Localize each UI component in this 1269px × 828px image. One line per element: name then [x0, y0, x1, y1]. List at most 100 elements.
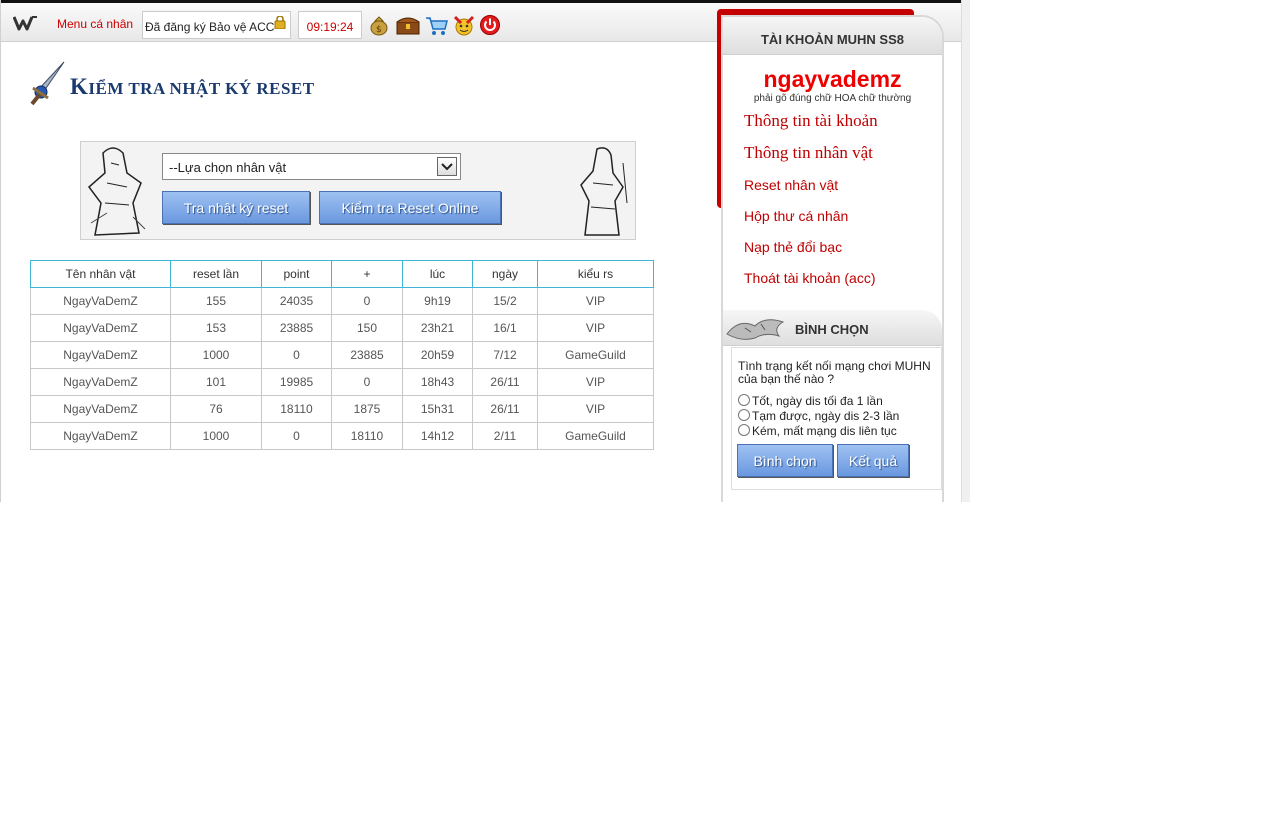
sword-title-icon	[30, 61, 65, 106]
cell-reset-type: VIP	[537, 368, 654, 396]
cell-reset-count: 1000	[170, 341, 262, 369]
view-reset-log-button[interactable]: Tra nhật ký reset	[162, 191, 310, 224]
treasure-chest-icon[interactable]	[395, 14, 421, 36]
chevron-down-icon[interactable]	[437, 157, 457, 176]
cell-date: 16/1	[472, 314, 538, 342]
money-bag-icon[interactable]: $	[368, 14, 390, 36]
cell-time: 18h43	[402, 368, 473, 396]
table-row: NgayVaDemZ 155 24035 0 9h19 15/2 VIP	[30, 287, 654, 315]
cell-reset-type: VIP	[537, 395, 654, 423]
dragon-icon	[726, 319, 785, 340]
cell-character-name: NgayVaDemZ	[30, 341, 171, 369]
cell-point: 0	[261, 422, 332, 450]
vote-button[interactable]: Bình chọn	[737, 444, 833, 477]
cell-reset-count: 76	[170, 395, 262, 423]
poll-option-label: Kém, mất mạng dis liên tục	[752, 424, 897, 438]
check-online-reset-button[interactable]: Kiểm tra Reset Online	[319, 191, 501, 224]
cell-plus: 18110	[331, 422, 403, 450]
warrior-left-illustration	[87, 147, 146, 236]
poll-option-good[interactable]: Tốt, ngày dis tối đa 1 lần	[738, 394, 883, 408]
cell-time: 15h31	[402, 395, 473, 423]
cell-point: 23885	[261, 314, 332, 342]
poll-option-bad[interactable]: Kém, mất mạng dis liên tục	[738, 424, 897, 438]
table-header-row: Tên nhân vật reset lần point + lúc ngày …	[30, 260, 654, 288]
poll-radio-bad[interactable]	[738, 424, 750, 436]
poll-radio-ok[interactable]	[738, 409, 750, 421]
page-title-initial: K	[70, 74, 89, 99]
cell-character-name: NgayVaDemZ	[30, 395, 171, 423]
cell-reset-count: 153	[170, 314, 262, 342]
cell-character-name: NgayVaDemZ	[30, 314, 171, 342]
left-edge	[0, 0, 1, 502]
character-info-link[interactable]: Thông tin nhân vật	[744, 143, 873, 163]
page-title-rest: IỂM TRA NHẬT KÝ RESET	[88, 79, 315, 98]
page-frame: Menu cá nhân Đã đăng ký Bảo vệ ACC 09:19…	[0, 0, 970, 502]
cell-plus: 0	[331, 368, 403, 396]
cell-date: 15/2	[472, 287, 538, 315]
cell-date: 2/11	[472, 422, 538, 450]
inbox-link[interactable]: Hộp thư cá nhân	[744, 208, 848, 224]
table-row: NgayVaDemZ 1000 0 18110 14h12 2/11 GameG…	[30, 422, 654, 450]
logout-link[interactable]: Thoát tài khoản (acc)	[744, 270, 876, 286]
cell-plus: 1875	[331, 395, 403, 423]
page-title: KIỂM TRA NHẬT KÝ RESET	[70, 74, 315, 100]
cell-time: 14h12	[402, 422, 473, 450]
col-plus: +	[331, 260, 403, 288]
col-point: point	[261, 260, 332, 288]
cell-time: 23h21	[402, 314, 473, 342]
poll-body: Tình trạng kết nối mạng chơi MUHN của bạ…	[731, 347, 942, 490]
poll-header: BÌNH CHỌN	[723, 310, 942, 346]
cell-point: 19985	[261, 368, 332, 396]
svg-text:$: $	[376, 25, 382, 35]
character-select-value: --Lựa chọn nhân vật	[169, 160, 287, 175]
poll-option-ok[interactable]: Tạm được, ngày dis 2-3 lần	[738, 409, 899, 423]
table-row: NgayVaDemZ 101 19985 0 18h43 26/11 VIP	[30, 368, 654, 396]
reset-character-link[interactable]: Reset nhân vật	[744, 177, 838, 193]
cell-reset-type: VIP	[537, 314, 654, 342]
cell-plus: 150	[331, 314, 403, 342]
reset-log-table: Tên nhân vật reset lần point + lúc ngày …	[30, 260, 654, 450]
table-row: NgayVaDemZ 76 18110 1875 15h31 26/11 VIP	[30, 395, 654, 423]
col-time: lúc	[402, 260, 473, 288]
cell-point: 18110	[261, 395, 332, 423]
shopping-cart-icon[interactable]	[425, 14, 449, 36]
server-clock: 09:19:24	[298, 11, 362, 39]
reset-lookup-panel: --Lựa chọn nhân vật Tra nhật ký reset Ki…	[80, 141, 636, 240]
cell-reset-count: 155	[170, 287, 262, 315]
cell-time: 9h19	[402, 287, 473, 315]
case-sensitive-note: phải gõ đúng chữ HOA chữ thường	[753, 93, 912, 104]
poll-option-label: Tốt, ngày dis tối đa 1 lần	[752, 394, 883, 408]
col-reset-count: reset lần	[170, 260, 262, 288]
cell-reset-type: GameGuild	[537, 341, 654, 369]
account-info-link[interactable]: Thông tin tài khoản	[744, 111, 878, 131]
gift-icon[interactable]	[452, 14, 476, 36]
cell-reset-count: 1000	[170, 422, 262, 450]
poll-radio-good[interactable]	[738, 394, 750, 406]
cell-character-name: NgayVaDemZ	[30, 368, 171, 396]
table-row: NgayVaDemZ 153 23885 150 23h21 16/1 VIP	[30, 314, 654, 342]
account-protection-status: Đã đăng ký Bảo vệ ACC	[142, 11, 291, 39]
power-icon[interactable]	[479, 14, 501, 36]
cell-plus: 0	[331, 287, 403, 315]
site-logo-icon[interactable]	[13, 14, 39, 32]
account-sidebar-header: TÀI KHOẢN MUHN SS8	[723, 17, 942, 55]
cell-character-name: NgayVaDemZ	[30, 287, 171, 315]
poll-question: Tình trạng kết nối mạng chơi MUHN của bạ…	[738, 359, 931, 386]
cell-reset-count: 101	[170, 368, 262, 396]
warrior-right-illustration	[580, 147, 628, 236]
topup-card-link[interactable]: Nạp thẻ đổi bạc	[744, 239, 842, 255]
character-select[interactable]: --Lựa chọn nhân vật	[162, 153, 461, 180]
cell-time: 20h59	[402, 341, 473, 369]
username: ngayvademz	[763, 66, 902, 92]
cell-date: 26/11	[472, 395, 538, 423]
cell-point: 24035	[261, 287, 332, 315]
cell-plus: 23885	[331, 341, 403, 369]
col-reset-type: kiểu rs	[537, 260, 654, 288]
cell-character-name: NgayVaDemZ	[30, 422, 171, 450]
poll-results-button[interactable]: Kết quả	[837, 444, 909, 477]
personal-menu-link[interactable]: Menu cá nhân	[57, 17, 133, 31]
poll-option-label: Tạm được, ngày dis 2-3 lần	[752, 409, 900, 423]
cell-reset-type: GameGuild	[537, 422, 654, 450]
table-row: NgayVaDemZ 1000 0 23885 20h59 7/12 GameG…	[30, 341, 654, 369]
cell-date: 7/12	[472, 341, 538, 369]
